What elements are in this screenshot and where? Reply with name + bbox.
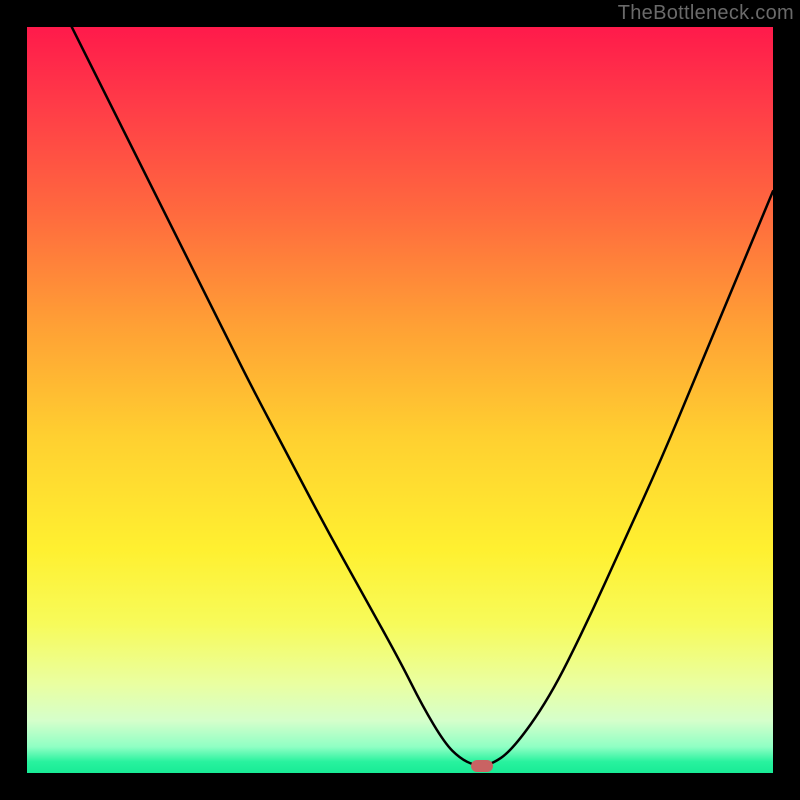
plot-svg: [27, 27, 773, 773]
watermark-text: TheBottleneck.com: [618, 2, 794, 25]
plot-area: [27, 27, 773, 773]
optimum-marker: [471, 760, 493, 772]
chart-frame: TheBottleneck.com: [0, 0, 800, 800]
